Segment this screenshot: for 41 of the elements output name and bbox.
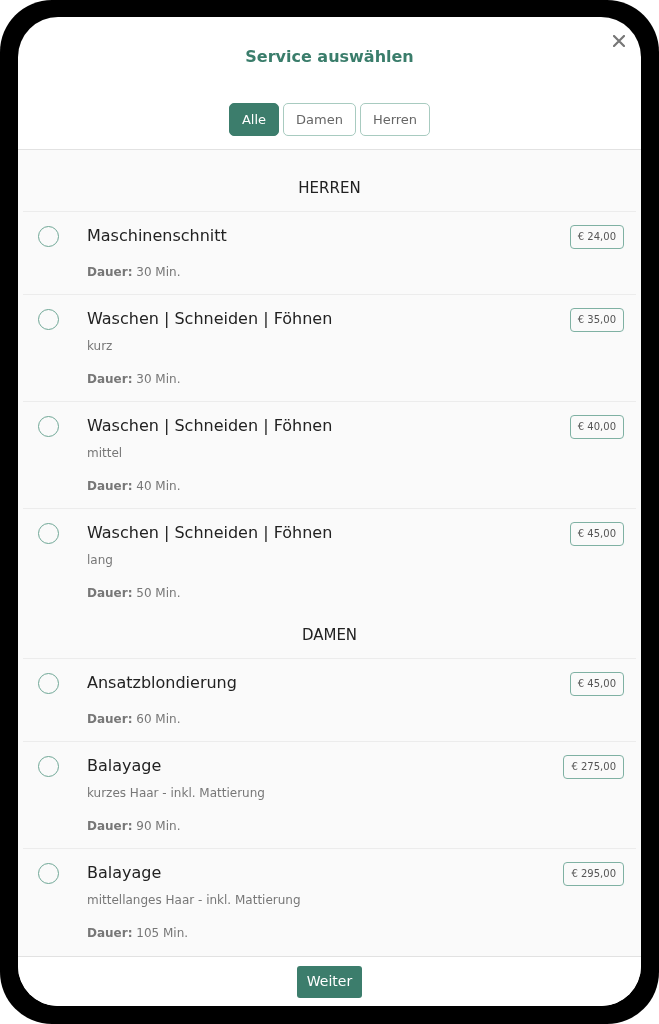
service-note: kurzes Haar - inkl. Mattierung	[87, 785, 266, 801]
section-heading: DAMEN	[300, 625, 359, 646]
service-name: Waschen | Schneiden | Föhnen	[87, 415, 334, 437]
price-tag: € 45,00	[569, 522, 624, 546]
service-name: Balayage	[87, 862, 163, 884]
price-tag: € 35,00	[569, 308, 624, 332]
service-name: Ansatzblondierung	[87, 672, 238, 694]
filter-tab[interactable]: Herren	[359, 103, 431, 136]
price-tag: € 40,00	[569, 415, 624, 439]
service-note: mittellanges Haar - inkl. Mattierung	[87, 892, 302, 908]
service-duration: Dauer: 60 Min.	[87, 711, 182, 728]
service-note: kurz	[87, 338, 114, 354]
filter-tab[interactable]: Damen	[283, 103, 356, 136]
service-duration: Dauer: 30 Min.	[87, 264, 182, 281]
price-tag: € 45,00	[569, 672, 624, 696]
service-row[interactable]: Waschen | Schneiden | Föhnen lang Dauer: 50 Min. € 45,00	[23, 508, 636, 615]
service-duration: Dauer: 50 Min.	[87, 585, 182, 602]
service-row[interactable]: Waschen | Schneiden | Föhnen kurz Dauer: 30 Min. € 35,00	[23, 294, 636, 401]
service-duration: Dauer: 105 Min.	[87, 925, 190, 942]
modal-title: Service auswählen	[245, 47, 414, 67]
price-tag: € 275,00	[563, 755, 624, 779]
service-note: mittel	[87, 445, 124, 461]
service-note: lang	[87, 552, 114, 568]
service-name: Maschinenschnitt	[87, 225, 228, 247]
service-row[interactable]: Waschen | Schneiden | Föhnen mittel Dauer: 40 Min. € 40,00	[23, 401, 636, 508]
service-duration: Dauer: 90 Min.	[87, 818, 182, 835]
service-row[interactable]: Balayage kurzes Haar - inkl. Mattierung Dauer: 90 Min. € 275,00	[23, 741, 636, 848]
price-tag: € 24,00	[569, 225, 624, 249]
filter-tab[interactable]: Alle	[228, 103, 279, 136]
service-name: Waschen | Schneiden | Föhnen	[87, 308, 334, 330]
service-name: Waschen | Schneiden | Föhnen	[87, 522, 334, 544]
price-tag: € 295,00	[563, 862, 624, 886]
section-heading: HERREN	[297, 178, 362, 199]
service-duration: Dauer: 40 Min.	[87, 478, 182, 495]
next-button[interactable]: Weiter	[296, 965, 363, 998]
service-row[interactable]: Ansatzblondierung Dauer: 60 Min. € 45,00	[23, 658, 636, 741]
service-row[interactable]: Maschinenschnitt Dauer: 30 Min. € 24,00	[23, 211, 636, 294]
close-icon	[613, 35, 625, 47]
service-name: Balayage	[87, 755, 163, 777]
service-duration: Dauer: 30 Min.	[87, 371, 182, 388]
service-row[interactable]: Balayage mittellanges Haar - inkl. Mattierung Dauer: 105 Min. € 295,00	[23, 848, 636, 955]
